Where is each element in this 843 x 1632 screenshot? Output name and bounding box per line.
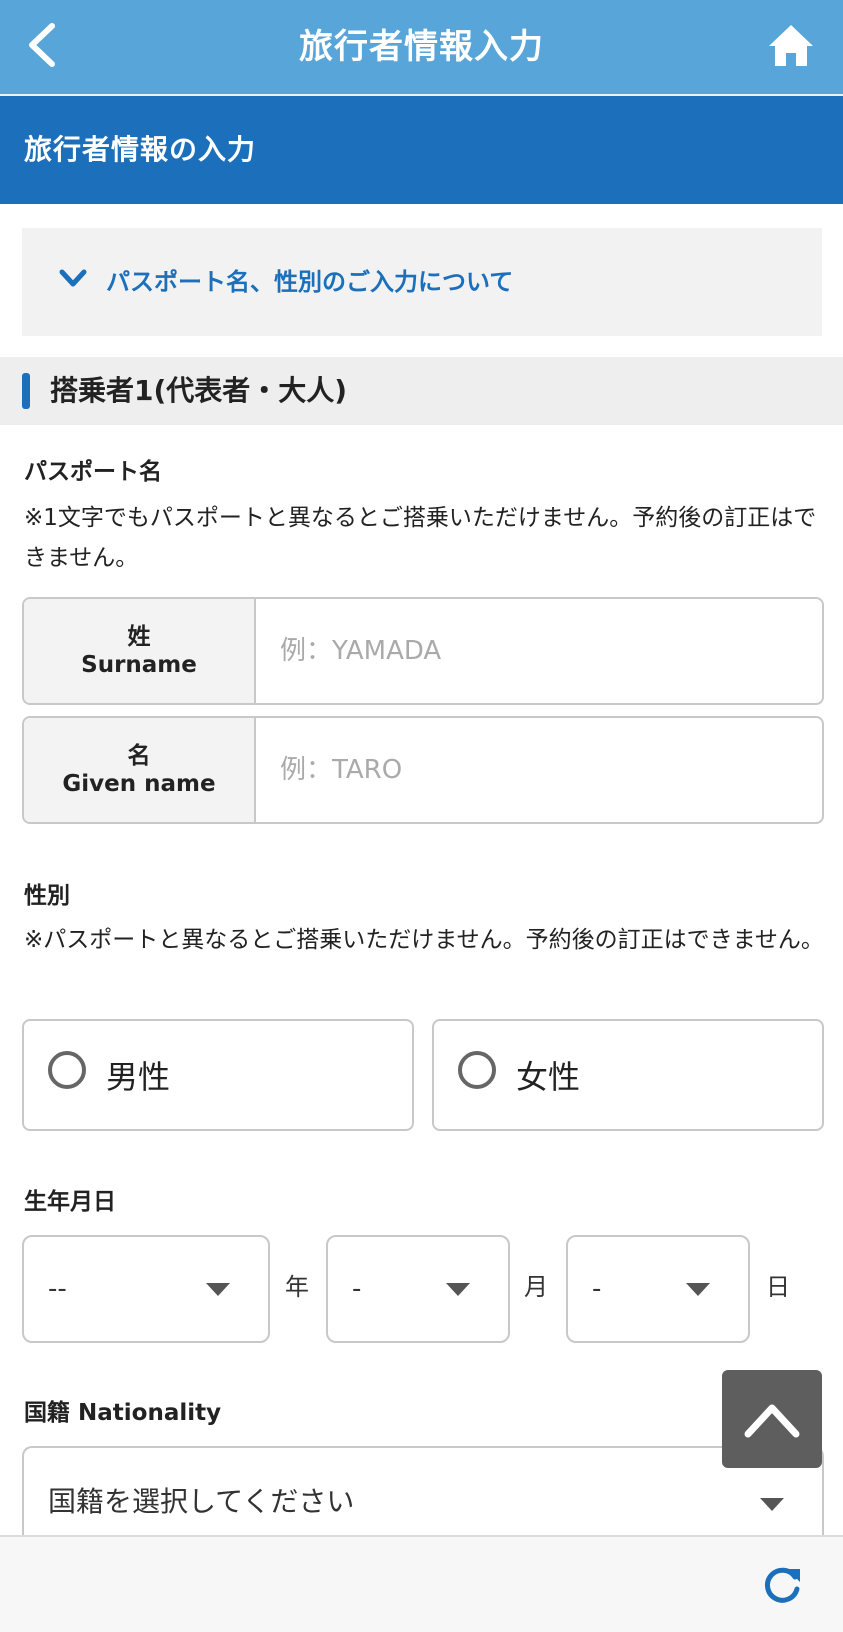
bottom-toolbar [0,1535,843,1632]
birth-year-unit: 年 [285,1273,309,1301]
surname-row: 姓 Surname [22,597,824,705]
gender-male-option[interactable]: 男性 [22,1019,414,1131]
passenger-header: 搭乗者1(代表者・大人) [0,357,843,425]
accent-bar [22,373,30,409]
gender-female-option[interactable]: 女性 [432,1019,824,1131]
passport-name-label: パスポート名 [24,459,162,485]
passenger-title: 搭乗者1(代表者・大人) [50,374,348,407]
surname-header: 姓 Surname [24,599,256,703]
birth-month-value: - [352,1274,362,1304]
birth-day-unit: 日 [766,1273,790,1301]
home-button[interactable] [767,22,815,68]
chevron-down-icon [59,269,87,287]
gender-label: 性別 [24,883,70,909]
birth-month-select[interactable]: - [326,1235,510,1343]
given-name-header: 名 Given name [24,718,256,822]
birth-day-select[interactable]: - [566,1235,750,1343]
radio-unchecked-icon [48,1051,86,1089]
gender-female-label: 女性 [516,1058,581,1096]
caret-down-icon [760,1498,784,1511]
top-nav-bar: 旅行者情報入力 [0,0,843,96]
section-header: 旅行者情報の入力 [0,96,843,204]
birth-year-value: -- [48,1274,67,1304]
given-name-input[interactable] [256,718,820,822]
nationality-label: 国籍 Nationality [24,1400,222,1426]
surname-input[interactable] [256,599,820,703]
gender-male-label: 男性 [106,1058,171,1096]
given-name-row: 名 Given name [22,716,824,824]
chevron-up-icon [744,1404,800,1438]
surname-label-en: Surname [81,652,197,678]
radio-unchecked-icon [458,1051,496,1089]
caret-down-icon [446,1283,470,1296]
given-name-label-jp: 名 [127,743,151,769]
given-name-label-en: Given name [62,771,216,797]
gender-note: ※パスポートと異なるとご搭乗いただけません。予約後の訂正はできません。 [24,927,824,953]
surname-label-jp: 姓 [127,624,151,650]
birthdate-label: 生年月日 [24,1189,116,1215]
caret-down-icon [686,1283,710,1296]
birth-day-value: - [592,1274,602,1304]
reload-icon [764,1567,800,1603]
section-title: 旅行者情報の入力 [24,133,257,166]
accordion-label: パスポート名、性別のご入力について [106,268,514,296]
page-title: 旅行者情報入力 [299,27,544,67]
home-icon [769,25,813,66]
passport-info-accordion[interactable]: パスポート名、性別のご入力について [22,228,822,336]
passport-name-note: ※1文字でもパスポートと異なるとご搭乗いただけません。予約後の訂正はできません。 [24,505,817,571]
scroll-top-button[interactable] [722,1370,822,1468]
birth-month-unit: 月 [524,1273,548,1301]
reload-button[interactable] [760,1563,804,1607]
caret-down-icon [206,1283,230,1296]
birth-year-select[interactable]: -- [22,1235,270,1343]
